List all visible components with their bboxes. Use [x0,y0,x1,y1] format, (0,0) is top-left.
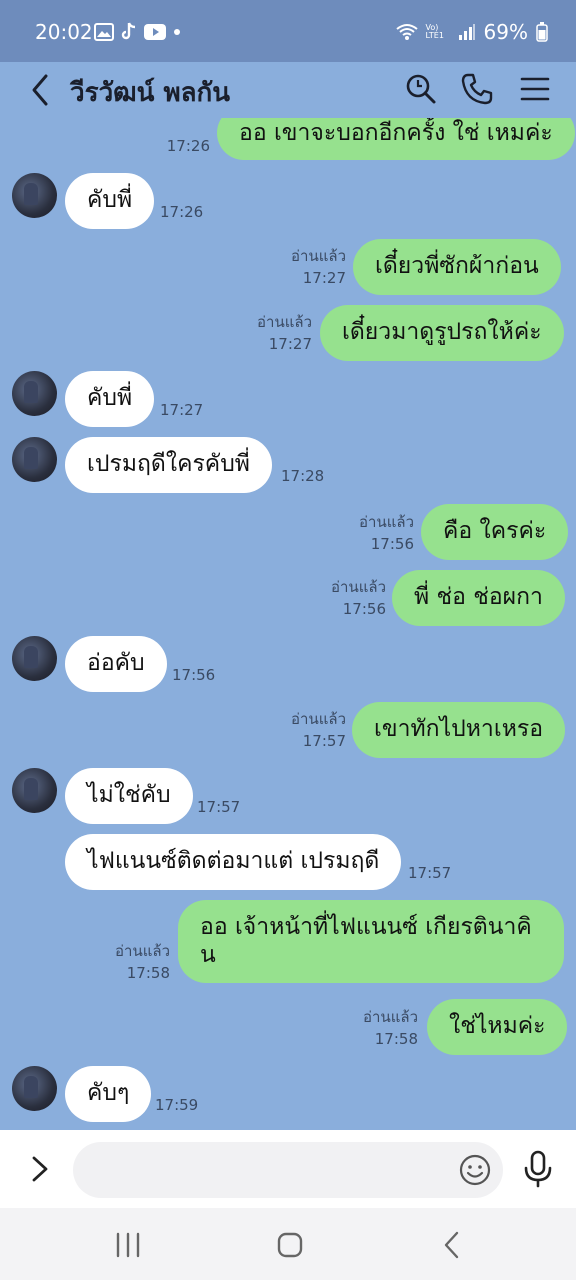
status-bar: 20:02 Vo) LTE1 69% [0,0,576,62]
tiktok-icon [121,22,136,40]
wifi-icon [395,24,418,40]
message-timestamp: 17:27 [160,401,204,419]
expand-icon[interactable] [28,1152,52,1186]
read-receipt: อ่านแล้ว [291,710,346,728]
message-meta: อ่านแล้ว 17:27 [280,246,346,290]
avatar[interactable] [12,1066,57,1111]
read-receipt: อ่านแล้ว [331,578,386,596]
chat-header: วีรวัฒน์ พลกัน [0,62,576,118]
read-receipt: อ่านแล้ว [115,942,170,960]
signal-icon [458,24,475,40]
mic-icon[interactable] [522,1150,554,1188]
message-bubble-outgoing[interactable]: ออ เขาจะบอกอีกครั้ง ใช่ เหมค่ะ [217,118,575,160]
message-input[interactable] [73,1142,503,1198]
avatar[interactable] [12,437,57,482]
message-meta: อ่านแล้ว 17:56 [348,512,414,556]
message-timestamp: 17:27 [268,334,312,353]
message-timestamp: 17:56 [370,534,414,553]
search-icon[interactable] [404,72,438,106]
status-time: 20:02 [35,20,93,44]
message-bubble-outgoing[interactable]: เขาทักไปหาเหรอ [352,702,566,758]
menu-icon[interactable] [518,72,552,106]
battery-percentage: 69% [483,20,528,44]
message-composer [0,1130,576,1208]
read-receipt: อ่านแล้ว [359,513,414,531]
message-meta: อ่านแล้ว 17:57 [280,709,346,753]
message-bubble-incoming[interactable]: คับพี่ [65,371,155,427]
network-label: Vo) LTE1 [425,23,444,40]
message-bubble-outgoing[interactable]: คือ ใครค่ะ [421,504,569,560]
message-timestamp: 17:59 [155,1096,199,1114]
home-icon[interactable] [270,1230,310,1260]
message-timestamp: 17:57 [302,731,346,750]
message-bubble-incoming[interactable]: ไม่ใช่คับ [65,768,193,824]
back-icon[interactable] [26,72,56,108]
message-timestamp: 17:26 [160,203,204,221]
message-bubble-incoming[interactable]: ไฟแนนซ์ติดต่อมาแต่ เปรมฤดี [65,834,402,890]
message-bubble-outgoing[interactable]: ออ เจ้าหน้าที่ไฟแนนซ์ เกียรตินาคิน [178,900,564,984]
message-bubble-outgoing[interactable]: เดี๋ยวมาดูรูปรถให้ค่ะ [320,305,564,361]
contact-name[interactable]: วีรวัฒน์ พลกัน [70,72,230,113]
message-timestamp: 17:28 [281,467,325,485]
message-bubble-incoming[interactable]: เปรมฤดีใครคับพี่ [65,437,272,493]
system-nav-bar [0,1208,576,1280]
message-timestamp: 17:58 [126,963,170,982]
avatar[interactable] [12,636,57,681]
youtube-icon [144,24,166,40]
avatar[interactable] [12,371,57,416]
read-receipt: อ่านแล้ว [363,1008,418,1026]
recent-apps-icon[interactable] [108,1230,148,1260]
message-timestamp: 17:57 [408,864,452,882]
message-bubble-incoming[interactable]: คับพี่ [65,173,155,229]
phone-icon[interactable] [460,72,494,106]
message-bubble-incoming[interactable]: คับๆ [65,1066,152,1122]
dot-icon [174,29,180,35]
emoji-icon[interactable] [458,1153,492,1187]
back-nav-icon[interactable] [432,1230,472,1260]
message-meta: อ่านแล้ว 17:58 [104,941,170,985]
message-meta: อ่านแล้ว 17:27 [246,312,312,356]
chat-area[interactable]: ออ เขาจะบอกอีกครั้ง ใช่ เหมค่ะ 17:26 คับ… [0,118,576,1130]
message-bubble-outgoing[interactable]: ใช่ไหมค่ะ [427,999,568,1055]
message-timestamp: 17:26 [166,137,210,155]
message-bubble-outgoing[interactable]: เดี๋ยวพี่ซักผ้าก่อน [353,239,561,295]
gallery-icon [94,23,114,41]
message-meta: อ่านแล้ว 17:56 [320,577,386,621]
battery-icon [536,22,548,42]
message-timestamp: 17:56 [172,666,216,684]
message-bubble-incoming[interactable]: อ่อคับ [65,636,167,692]
read-receipt: อ่านแล้ว [257,313,312,331]
avatar[interactable] [12,768,57,813]
message-meta: อ่านแล้ว 17:58 [352,1007,418,1051]
message-bubble-outgoing[interactable]: พี่ ช่อ ช่อผกา [392,570,565,626]
message-timestamp: 17:27 [302,268,346,287]
message-timestamp: 17:56 [342,599,386,618]
message-timestamp: 17:57 [197,798,241,816]
message-timestamp: 17:58 [374,1029,418,1048]
avatar[interactable] [12,173,57,218]
read-receipt: อ่านแล้ว [291,247,346,265]
